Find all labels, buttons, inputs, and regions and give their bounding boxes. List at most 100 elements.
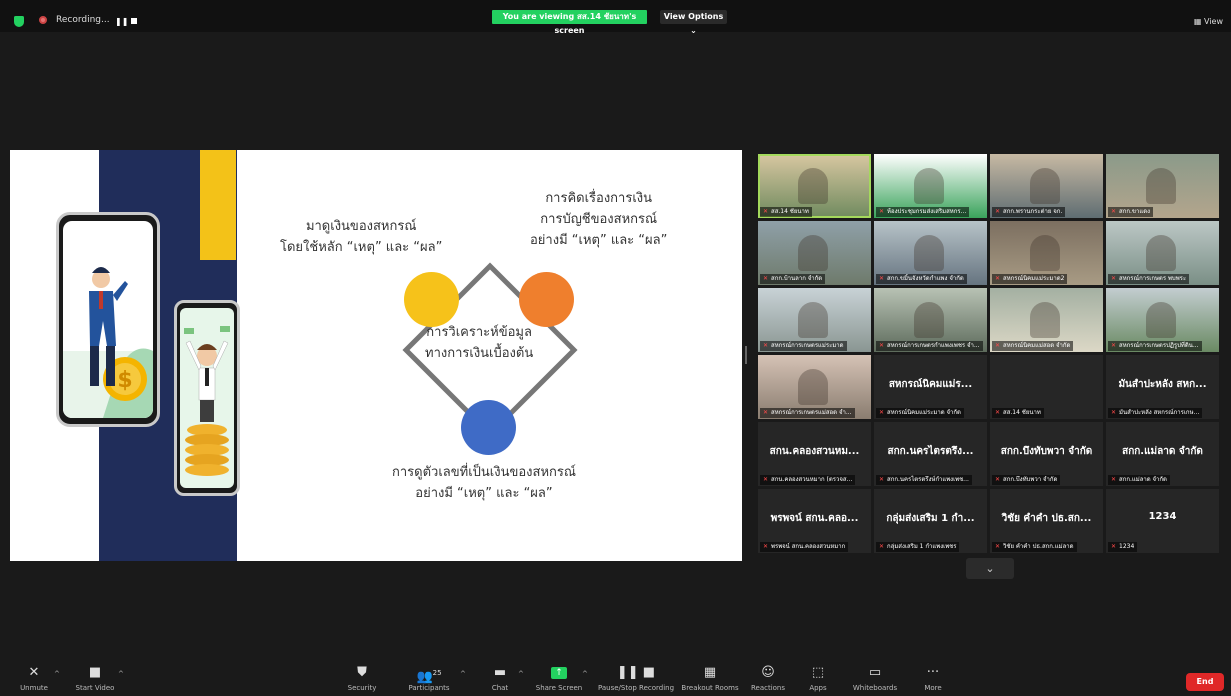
participant-name-text: สกก.นครไตรตรึงษ์กำแพงเพช... bbox=[887, 476, 969, 483]
participant-name-text: สหกรณ์นิคมแม่ระมาด จำกัด bbox=[887, 409, 961, 416]
participant-name-label: ✕ พรพจน์ สกน.คลองสวนหมาก bbox=[760, 542, 849, 552]
muted-microphone-icon: ✕ bbox=[995, 476, 1001, 483]
participant-tile[interactable]: ✕ สกก.ขมิ้นจังหวัดกำแพง จำกัด bbox=[874, 221, 987, 285]
share-options-caret[interactable]: ^ bbox=[582, 670, 588, 678]
muted-microphone-icon: ✕ bbox=[879, 543, 885, 550]
breakout-rooms-button[interactable]: ▦ Breakout Rooms bbox=[680, 658, 740, 696]
participant-name-label: ✕ สส.14 ชัยนาท bbox=[760, 207, 812, 217]
whiteboards-button[interactable]: ▭ Whiteboards bbox=[850, 658, 900, 696]
participant-tile[interactable]: สกก.นครไตรตรึง... ✕ สกก.นครไตรตรึงษ์กำแพงเ… bbox=[874, 422, 987, 486]
phone-illustration-businessman: $ bbox=[56, 212, 160, 427]
slide-text-top-left: มาดูเงินของสหกรณ์ โดยใช้หลัก “เหตุ” และ … bbox=[280, 219, 443, 255]
participant-name-label: ✕ สกก.บึงทับพวา จำกัด bbox=[992, 475, 1061, 485]
pause-stop-recording-button[interactable]: ❚❚ ■ Pause/Stop Recording bbox=[594, 658, 678, 696]
participant-tile[interactable]: ✕ สส.14 ชัยนาท bbox=[758, 154, 871, 218]
participant-tile[interactable]: 1234 ✕ 1234 bbox=[1106, 489, 1219, 553]
participant-name-label: ✕ สกก.ขาแดง bbox=[1108, 207, 1154, 217]
chat-button[interactable]: ▬ Chat bbox=[488, 658, 512, 696]
participant-tile[interactable]: มันสำปะหลัง สหก... ✕ มันสำปะหลัง สหกรณ์การ… bbox=[1106, 355, 1219, 419]
more-button[interactable]: ··· More bbox=[918, 658, 948, 696]
end-meeting-button[interactable]: End bbox=[1186, 673, 1224, 691]
participant-name-text: สส.14 ชัยนาท bbox=[771, 208, 809, 215]
muted-microphone-icon: ✕ bbox=[995, 275, 1001, 282]
businessman-illustration: $ bbox=[63, 267, 153, 418]
muted-microphone-icon: ✕ bbox=[763, 275, 769, 282]
recording-icon bbox=[39, 16, 47, 24]
start-video-button[interactable]: ■ Start Video bbox=[72, 658, 118, 696]
view-label: View bbox=[1204, 17, 1223, 26]
video-feed bbox=[914, 235, 944, 271]
security-button[interactable]: ⛊ Security bbox=[344, 658, 380, 696]
participant-display-name: สกก.แม่ลาด จำกัด bbox=[1122, 446, 1203, 457]
participant-tile[interactable]: ✕ สกก.พรานกระต่าย จก. bbox=[990, 154, 1103, 218]
participant-name-text: กลุ่มส่งเสริม 1 กำแพงเพชร bbox=[887, 543, 957, 550]
panel-splitter-handle[interactable] bbox=[745, 346, 747, 364]
shield-icon[interactable] bbox=[14, 16, 24, 27]
video-feed bbox=[914, 168, 944, 204]
participant-display-name: พรพจน์ สกน.คลอ... bbox=[770, 513, 859, 524]
gallery-next-page-button[interactable]: ⌄ bbox=[966, 558, 1014, 579]
participant-tile[interactable]: ✕ สหกรณ์นิคมแม่สอด จำกัด bbox=[990, 288, 1103, 352]
participant-name-text: 1234 bbox=[1119, 543, 1135, 550]
pause-recording-icon[interactable]: ❚❚ bbox=[115, 17, 128, 26]
participant-name-label: ✕ ห้องประชุมกรมส่งเสริมสหกร... bbox=[876, 207, 970, 217]
muted-microphone-icon: ✕ bbox=[879, 208, 885, 215]
video-options-caret[interactable]: ^ bbox=[118, 670, 124, 678]
participant-tile[interactable]: ✕ สหกรณ์การเกษตรกำแพงเพชร จำ... bbox=[874, 288, 987, 352]
audio-options-caret[interactable]: ^ bbox=[54, 670, 60, 678]
participant-tile[interactable]: สกก.แม่ลาด จำกัด ✕ สกก.แม่ลาด จำกัด bbox=[1106, 422, 1219, 486]
stop-recording-icon[interactable] bbox=[131, 18, 137, 24]
chat-options-caret[interactable]: ^ bbox=[518, 670, 524, 678]
participant-name-text: พรพจน์ สกน.คลองสวนหมาก bbox=[771, 543, 846, 550]
slide-text-bottom: การดูตัวเลขที่เป็นเงินของสหกรณ์ อย่างมี … bbox=[392, 465, 576, 501]
participant-tile[interactable]: พรพจน์ สกน.คลอ... ✕ พรพจน์ สกน.คลองสวนหมาก bbox=[758, 489, 871, 553]
participant-name-text: สกก.ขมิ้นจังหวัดกำแพง จำกัด bbox=[887, 275, 964, 282]
blue-circle bbox=[461, 400, 516, 455]
view-options-button[interactable]: View Options ⌄ bbox=[660, 10, 727, 35]
meeting-toolbar: ✕ Unmute ^ ■ Start Video ^ ⛊ Security 👥2… bbox=[0, 658, 1231, 696]
apps-button[interactable]: ⬚ Apps bbox=[804, 658, 832, 696]
muted-microphone-icon: ✕ bbox=[1111, 208, 1117, 215]
participant-tile[interactable]: วิชัย คำคำ ปธ.สก... ✕ วิชัย คำคำ ปธ.สกก.แม… bbox=[990, 489, 1103, 553]
phone-illustration-coins bbox=[174, 300, 240, 496]
participant-tile[interactable]: สกน.คลองสวนหม... ✕ สกน.คลองสวนหมาก (ตรวจส.… bbox=[758, 422, 871, 486]
participant-tile[interactable]: ✕ สหกรณ์การเกษตร พบพระ bbox=[1106, 221, 1219, 285]
participant-tile[interactable]: ✕ สกก.บ้านลาก จำกัด bbox=[758, 221, 871, 285]
video-feed bbox=[798, 235, 828, 271]
participant-name-label: ✕ สกก.แม่ลาด จำกัด bbox=[1108, 475, 1170, 485]
muted-microphone-icon: ✕ bbox=[1111, 342, 1117, 349]
chevron-down-icon: ⌄ bbox=[985, 562, 995, 575]
participant-tile[interactable]: ✕ สกก.ขาแดง bbox=[1106, 154, 1219, 218]
reactions-button[interactable]: ☺ Reactions bbox=[748, 658, 788, 696]
participant-tile[interactable]: ✕ สหกรณ์การเกษตรแม่ระมาด bbox=[758, 288, 871, 352]
share-screen-button[interactable]: ↑ Share Screen bbox=[534, 658, 584, 696]
shield-icon: ⛊ bbox=[357, 665, 367, 680]
participant-tile[interactable]: กลุ่มส่งเสริม 1 กำ... ✕ กลุ่มส่งเสริม 1 กำ… bbox=[874, 489, 987, 553]
viewing-screen-banner: You are viewing สส.14 ชัยนาท's screen bbox=[492, 10, 647, 35]
muted-microphone-icon: ✕ bbox=[995, 409, 1001, 416]
participant-tile[interactable]: ✕ สหกรณ์การเกษตรปฏิรูปที่ดิน... bbox=[1106, 288, 1219, 352]
participant-name-label: ✕ วิชัย คำคำ ปธ.สกก.แม่ลาด bbox=[992, 542, 1077, 552]
participant-name-text: สกก.บ้านลาก จำกัด bbox=[771, 275, 823, 282]
participant-name-label: ✕ สหกรณ์นิคมแม่ระมาด จำกัด bbox=[876, 408, 964, 418]
participant-tile[interactable]: ✕ สหกรณ์การเกษตรแม่สอด จำ... bbox=[758, 355, 871, 419]
participant-name-text: สกก.พรานกระต่าย จก. bbox=[1003, 208, 1063, 215]
participants-button[interactable]: 👥25 Participants bbox=[404, 658, 454, 696]
participant-tile[interactable]: ✕ ห้องประชุมกรมส่งเสริมสหกร... bbox=[874, 154, 987, 218]
video-feed bbox=[1030, 235, 1060, 271]
participants-options-caret[interactable]: ^ bbox=[460, 670, 466, 678]
participants-count: 25 bbox=[432, 669, 442, 677]
reactions-icon: ☺ bbox=[761, 665, 775, 680]
muted-microphone-icon: ✕ bbox=[28, 665, 40, 680]
participant-name-text: สหกรณ์นิคมแม่สอด จำกัด bbox=[1003, 342, 1071, 349]
grid-icon: ▦ bbox=[1193, 17, 1205, 26]
participant-tile[interactable]: สกก.บึงทับพวา จำกัด ✕ สกก.บึงทับพวา จำกัด bbox=[990, 422, 1103, 486]
yellow-circle bbox=[404, 272, 459, 327]
share-screen-icon: ↑ bbox=[551, 666, 567, 679]
participant-tile[interactable]: ✕ สหกรณ์นิคมแม่ระมาด2 bbox=[990, 221, 1103, 285]
unmute-button[interactable]: ✕ Unmute bbox=[16, 658, 52, 696]
view-layout-button[interactable]: ▦ View bbox=[1194, 17, 1223, 26]
participant-tile[interactable]: ✕ สส.14 ชัยนาท bbox=[990, 355, 1103, 419]
muted-microphone-icon: ✕ bbox=[995, 208, 1001, 215]
participant-tile[interactable]: สหกรณ์นิคมแม่ร... ✕ สหกรณ์นิคมแม่ระมาด จำก… bbox=[874, 355, 987, 419]
